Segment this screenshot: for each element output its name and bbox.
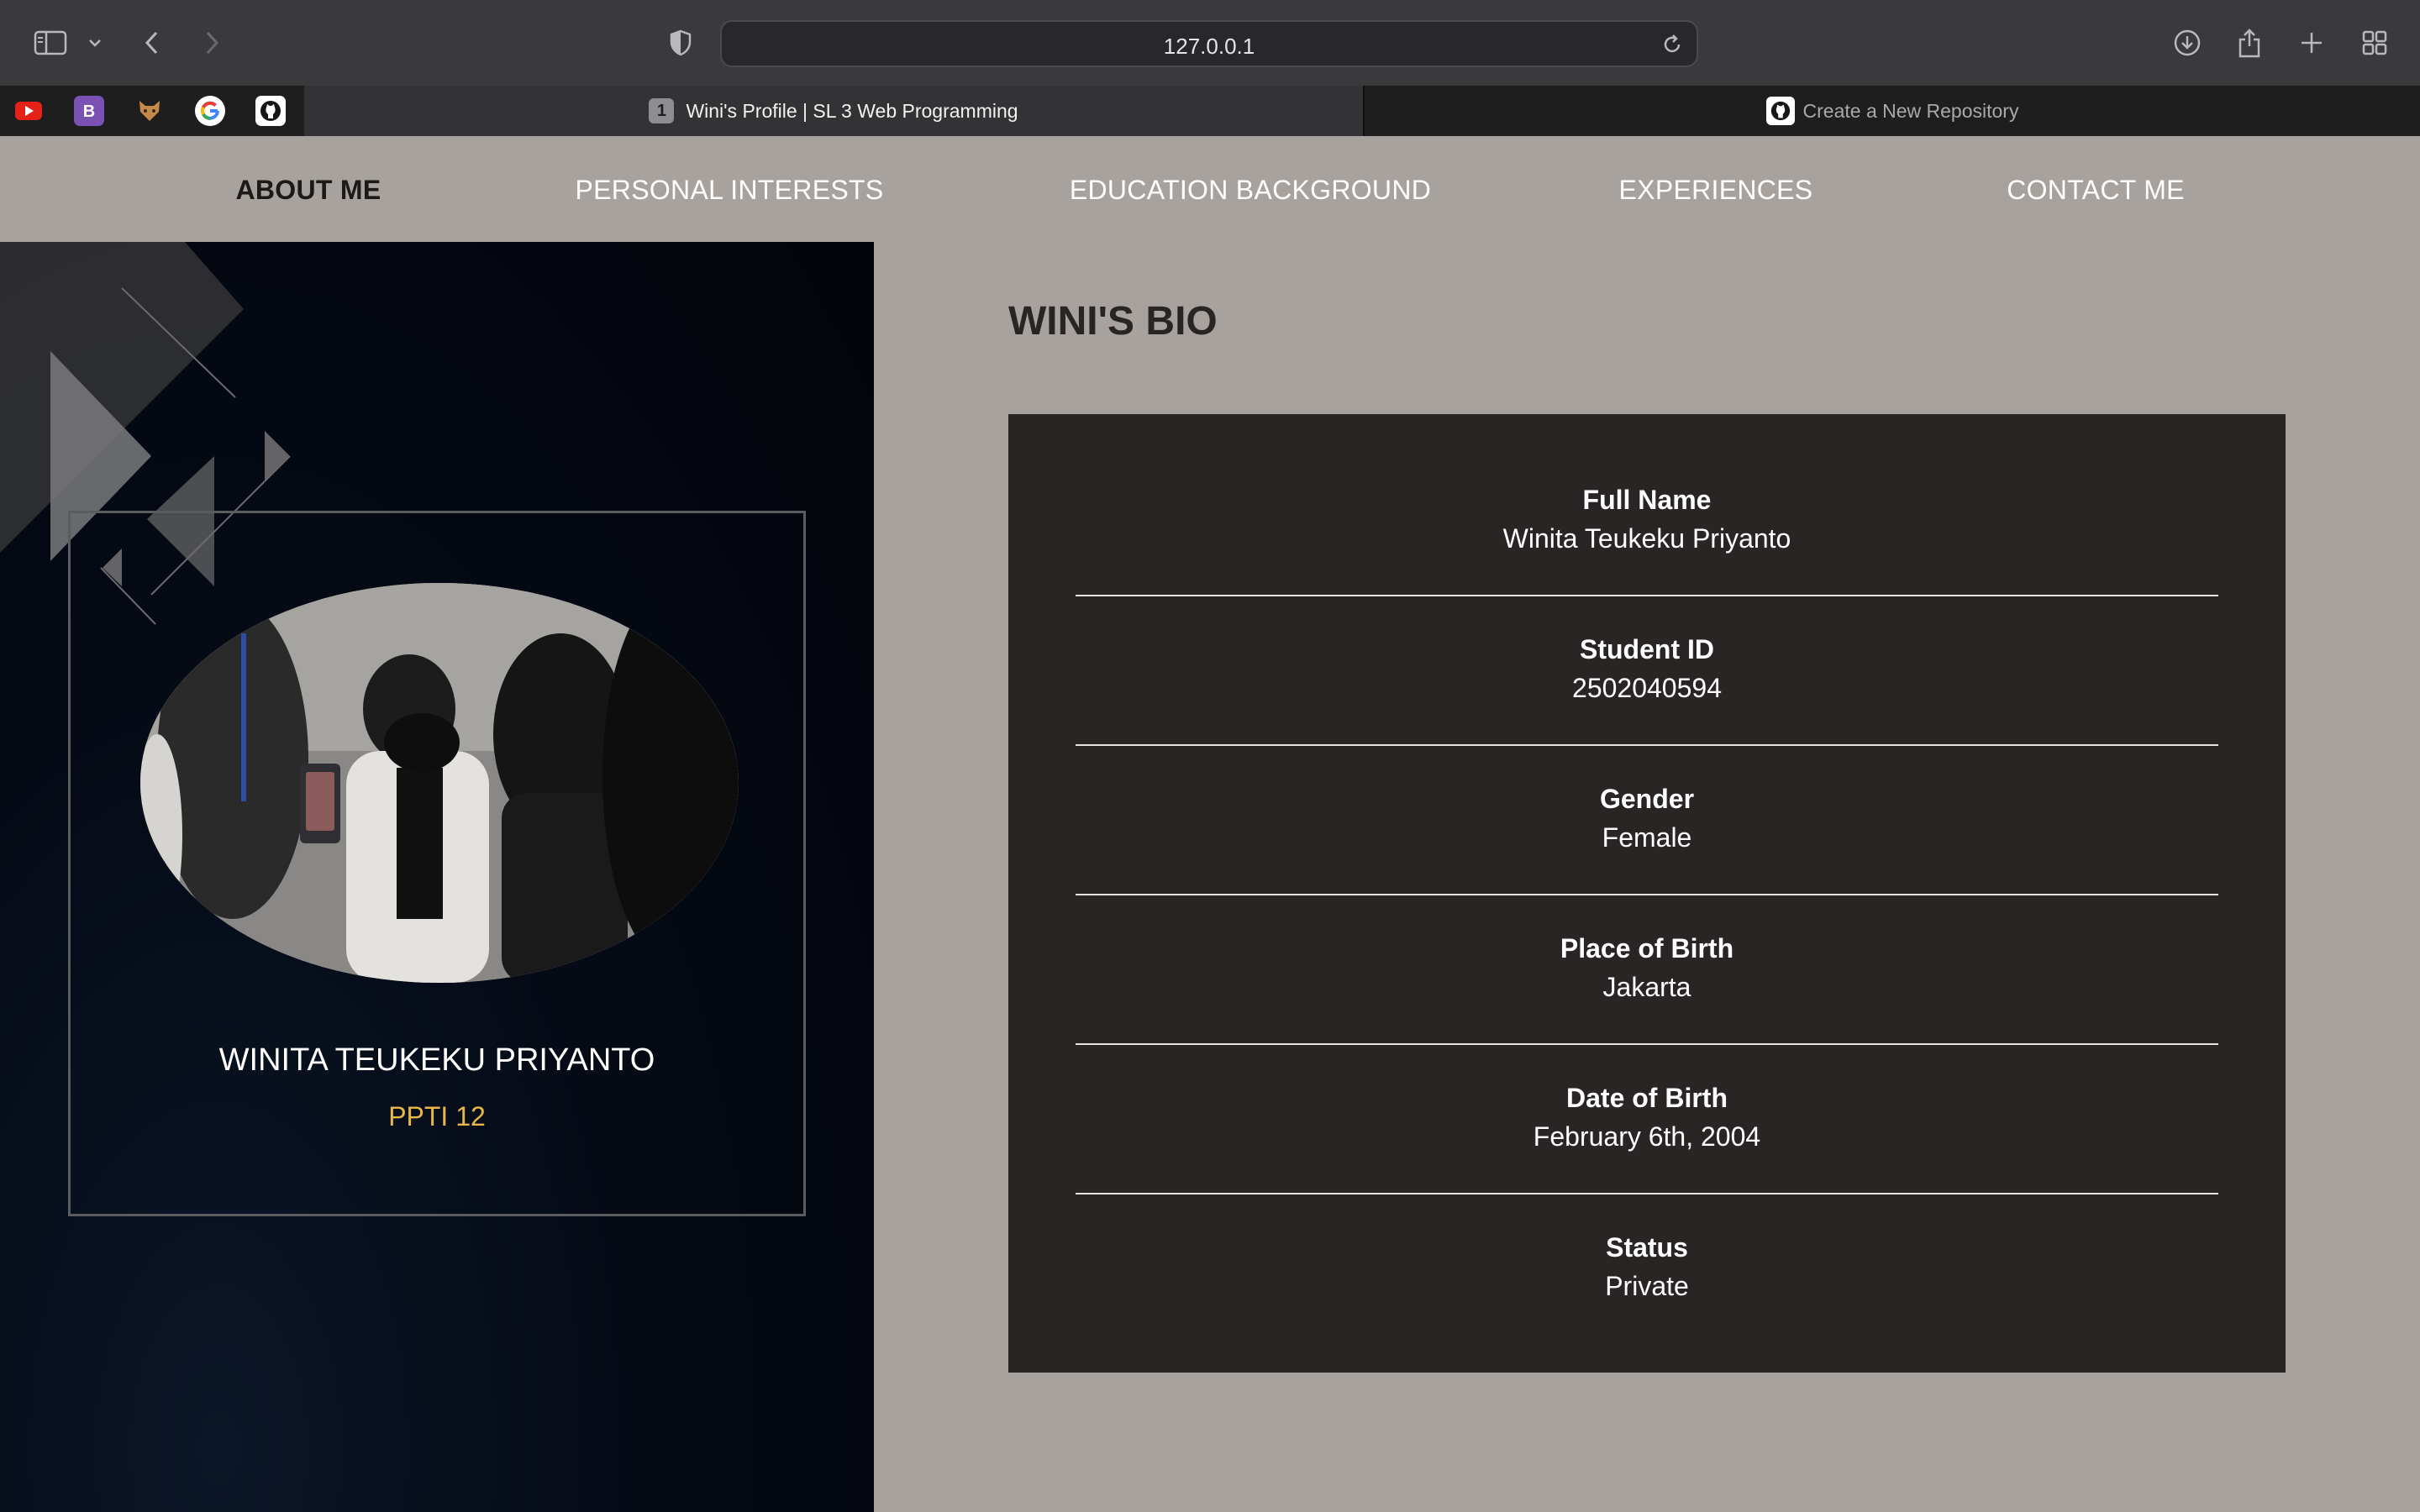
bio-value: Private — [1605, 1271, 1689, 1301]
bio-label: Student ID — [1580, 634, 1714, 664]
bio-row-gender: Gender Female — [1076, 713, 2218, 863]
sidebar-toggle-icon[interactable] — [34, 30, 67, 55]
bio-label: Date of Birth — [1566, 1083, 1728, 1113]
bootstrap-icon[interactable]: B — [74, 96, 104, 126]
bio-value: February 6th, 2004 — [1533, 1121, 1761, 1152]
nav-education-background[interactable]: EDUCATION BACKGROUND — [1070, 175, 1431, 206]
bio-row-full-name: Full Name Winita Teukeku Priyanto — [1076, 414, 2218, 564]
svg-text:B: B — [83, 102, 95, 121]
animal-icon[interactable] — [134, 96, 165, 126]
shield-icon[interactable] — [669, 29, 692, 56]
youtube-icon[interactable] — [13, 96, 44, 126]
profile-card: WINITA TEUKEKU PRIYANTO PPTI 12 — [68, 511, 806, 1216]
tab-bar: B 1 Wini's Profile | SL 3 Web Programmin… — [0, 86, 2420, 136]
chevron-down-icon[interactable] — [88, 38, 102, 48]
profile-name: WINITA TEUKEKU PRIYANTO — [218, 1042, 655, 1078]
bio-value: 2502040594 — [1572, 673, 1722, 703]
back-icon[interactable] — [144, 30, 160, 55]
bio-label: Place of Birth — [1560, 933, 1734, 963]
forward-icon[interactable] — [203, 30, 220, 55]
google-icon[interactable] — [195, 96, 225, 126]
url-text: 127.0.0.1 — [1163, 34, 1255, 59]
tab-wini-profile[interactable]: 1 Wini's Profile | SL 3 Web Programming — [304, 86, 1363, 136]
bio-value: Winita Teukeku Priyanto — [1502, 523, 1791, 554]
bio-row-place-of-birth: Place of Birth Jakarta — [1076, 863, 2218, 1012]
reload-icon[interactable] — [1661, 34, 1683, 60]
bio-row-status: Status Private — [1076, 1162, 2218, 1311]
bio-label: Full Name — [1582, 485, 1712, 515]
profile-class: PPTI 12 — [388, 1101, 486, 1131]
share-icon[interactable] — [2237, 27, 2262, 59]
github-icon[interactable] — [255, 96, 286, 126]
download-icon[interactable] — [2173, 29, 2202, 57]
nav-experiences[interactable]: EXPERIENCES — [1619, 175, 1813, 206]
bio-table: Full Name Winita Teukeku Priyanto Studen… — [1008, 414, 2286, 1373]
nav-about-me[interactable]: ABOUT ME — [235, 175, 381, 206]
nav-contact-me[interactable]: CONTACT ME — [2007, 175, 2185, 206]
bio-label: Status — [1606, 1232, 1688, 1263]
new-tab-icon[interactable] — [2299, 30, 2324, 55]
tab-overview-icon[interactable] — [2361, 29, 2388, 56]
tab-label: Create a New Repository — [1802, 99, 2019, 122]
site-nav: ABOUT ME PERSONAL INTERESTS EDUCATION BA… — [0, 136, 2420, 242]
bio-value: Female — [1602, 822, 1692, 853]
github-icon — [1765, 97, 1795, 125]
nav-personal-interests[interactable]: PERSONAL INTERESTS — [576, 175, 884, 206]
profile-photo — [140, 583, 739, 983]
bio-value: Jakarta — [1602, 972, 1691, 1002]
bio-label: Gender — [1599, 784, 1695, 814]
tab-create-repository[interactable]: Create a New Repository — [1363, 86, 2420, 136]
address-bar[interactable]: 127.0.0.1 — [720, 20, 1698, 67]
tab-label: Wini's Profile | SL 3 Web Programming — [686, 99, 1018, 122]
bio-title: WINI'S BIO — [1008, 299, 1218, 344]
bio-row-student-id: Student ID 2502040594 — [1076, 564, 2218, 713]
profile-panel: WINITA TEUKEKU PRIYANTO PPTI 12 — [0, 242, 874, 1512]
browser-toolbar: 127.0.0.1 — [0, 0, 2420, 86]
tab-number-badge: 1 — [649, 98, 675, 123]
bio-row-date-of-birth: Date of Birth February 6th, 2004 — [1076, 1012, 2218, 1162]
